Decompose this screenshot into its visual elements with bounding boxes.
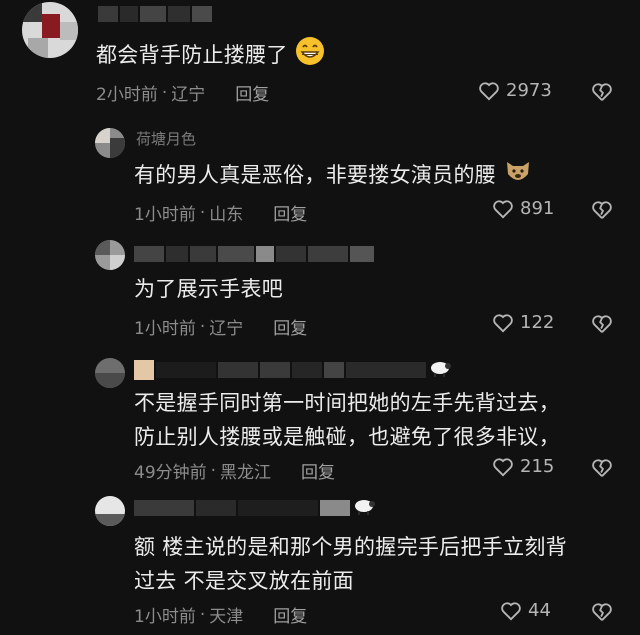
avatar[interactable] (95, 240, 125, 270)
comment-meta: 1小时前 · 天津 回复 (134, 602, 307, 628)
heart-icon (493, 313, 513, 332)
avatar[interactable] (95, 128, 125, 158)
comment-text: 为了展示手表吧 (134, 277, 284, 301)
heart-icon (501, 601, 521, 620)
comment-meta: 1小时前 · 辽宁 回复 (134, 314, 307, 340)
comment-meta: 2小时前 · 辽宁 回复 (96, 80, 269, 106)
comment-time: 1小时前 (134, 607, 196, 627)
comment-location: 天津 (209, 607, 244, 627)
dog-face-icon (503, 156, 533, 196)
comment-location: 辽宁 (171, 85, 206, 105)
heart-icon (493, 199, 513, 218)
broken-heart-icon (592, 83, 612, 101)
comment-text: 有的男人真是恶俗，非要搂女演员的腰 (134, 156, 533, 196)
separator: · (199, 316, 206, 337)
reply-button[interactable]: 回复 (273, 602, 307, 627)
comment-text: 不是握手同时第一时间把她的左手先背过去， 防止别人搂腰或是触碰，也避免了很多非议… (134, 391, 560, 449)
broken-heart-icon (592, 603, 612, 621)
broken-heart-icon (592, 459, 612, 477)
comment-meta: 49分钟前 · 黑龙江 回复 (134, 458, 335, 484)
sheep-icon (428, 358, 452, 382)
like-count: 215 (520, 456, 555, 477)
comment-text: 都会背手防止搂腰了 (96, 36, 325, 76)
like-button[interactable]: 2973 (478, 80, 552, 101)
separator: · (210, 460, 217, 481)
reply-button[interactable]: 回复 (273, 314, 307, 339)
comment-meta: 1小时前 · 山东 回复 (134, 200, 307, 226)
separator: · (199, 604, 206, 625)
comment-time: 1小时前 (134, 205, 196, 225)
comment-text: 额 楼主说的是和那个男的握完手后把手立刻背 过去 不是交叉放在前面 (134, 535, 567, 593)
reply-comment-item: 不是握手同时第一时间把她的左手先背过去， 防止别人搂腰或是触碰，也避免了很多非议… (0, 354, 640, 484)
like-count: 44 (528, 600, 551, 621)
comment-time: 49分钟前 (134, 463, 207, 483)
like-button[interactable]: 122 (492, 312, 554, 333)
dislike-button[interactable] (591, 200, 613, 224)
separator: · (161, 82, 168, 103)
broken-heart-icon (592, 201, 612, 219)
avatar[interactable] (95, 496, 125, 526)
dislike-button[interactable] (591, 458, 613, 482)
username-redacted[interactable] (134, 244, 374, 264)
reply-comment-item: 荷塘月色 有的男人真是恶俗，非要搂女演员的腰 1小时前 · 山东 回复 891 (0, 120, 640, 230)
reply-comment-item: 为了展示手表吧 1小时前 · 辽宁 回复 122 (0, 236, 640, 346)
avatar[interactable] (22, 2, 78, 58)
heart-icon (493, 457, 513, 476)
username-redacted[interactable] (134, 360, 452, 380)
reply-button[interactable]: 回复 (235, 80, 269, 105)
broken-heart-icon (592, 315, 612, 333)
reply-button[interactable]: 回复 (301, 458, 335, 483)
like-button[interactable]: 44 (500, 600, 551, 621)
like-button[interactable]: 891 (492, 198, 554, 219)
like-count: 2973 (506, 80, 552, 101)
dislike-button[interactable] (591, 82, 613, 106)
dislike-button[interactable] (591, 602, 613, 626)
like-count: 891 (520, 198, 555, 219)
comment-item: 都会背手防止搂腰了 2小时前 · 辽宁 回复 2973 (0, 0, 640, 110)
username-redacted[interactable] (98, 4, 212, 24)
heart-icon (479, 81, 499, 100)
sheep-icon (352, 496, 376, 520)
username-redacted[interactable] (134, 498, 376, 518)
reply-comment-item: 额 楼主说的是和那个男的握完手后把手立刻背 过去 不是交叉放在前面 1小时前 ·… (0, 494, 640, 635)
comment-location: 山东 (209, 205, 244, 225)
comment-location: 辽宁 (209, 319, 244, 339)
avatar[interactable] (95, 358, 125, 388)
separator: · (199, 202, 206, 223)
like-button[interactable]: 215 (492, 456, 554, 477)
reply-button[interactable]: 回复 (273, 200, 307, 225)
comment-location: 黑龙江 (220, 463, 272, 483)
grinning-face-icon (295, 36, 325, 76)
dislike-button[interactable] (591, 314, 613, 338)
like-count: 122 (520, 312, 555, 333)
username[interactable]: 荷塘月色 (134, 128, 196, 148)
comment-time: 2小时前 (96, 85, 158, 105)
comment-time: 1小时前 (134, 319, 196, 339)
